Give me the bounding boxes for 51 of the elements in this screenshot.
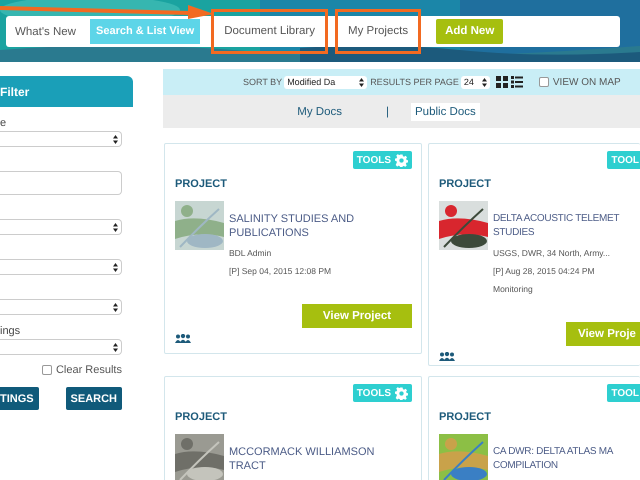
per-page-label: RESULTS PER PAGE [370, 77, 459, 87]
updown-icon [113, 262, 118, 272]
type-label: PROJECT [175, 178, 228, 190]
updown-icon [113, 134, 118, 144]
field-label: ings [0, 325, 20, 337]
people-icon [439, 352, 455, 361]
select-field[interactable] [0, 299, 122, 315]
list-icon[interactable] [510, 76, 523, 88]
select-field[interactable] [0, 339, 122, 355]
nav-link[interactable]: Document Library [214, 12, 325, 51]
gear-icon [395, 386, 408, 400]
updown-icon [482, 78, 487, 86]
select-field[interactable] [0, 131, 122, 147]
filter-button[interactable]: TINGS [0, 387, 39, 410]
project-title[interactable]: DELTA ACOUSTIC TELEMET STUDIES [493, 212, 620, 240]
updown-icon [113, 342, 118, 352]
meta-text: USGS, DWR, 34 North, Army... [493, 248, 611, 258]
meta-text: BDL Admin [229, 248, 272, 258]
input-field[interactable] [0, 171, 122, 195]
project-title[interactable]: SALINITY STUDIES AND PUBLICATIONS [229, 212, 354, 240]
project-title[interactable]: CA DWR: DELTA ATLAS MA COMPILATION [493, 445, 614, 473]
select-field[interactable] [0, 259, 122, 275]
updown-icon [113, 222, 118, 232]
updown-icon [113, 302, 118, 312]
meta-text: Monitoring [493, 284, 534, 294]
checkbox[interactable] [538, 77, 549, 87]
sort-select[interactable]: Modified Da [284, 76, 368, 88]
meta-text: [P] Aug 28, 2015 04:24 PM [493, 266, 596, 276]
project-title[interactable]: MCCORMACK WILLIAMSON TRACT [229, 445, 374, 473]
select-field[interactable] [0, 219, 122, 235]
doc-tab[interactable]: Public Docs [411, 102, 480, 120]
people-icon [175, 334, 191, 343]
checkbox-label: Clear Results [56, 364, 122, 376]
nav-link[interactable]: My Projects [338, 12, 418, 51]
type-label: PROJECT [175, 411, 228, 423]
type-label: PROJECT [439, 178, 492, 190]
grid-icon[interactable] [496, 76, 508, 88]
type-label: PROJECT [439, 411, 492, 423]
checkbox[interactable] [42, 365, 52, 375]
nav-link[interactable]: What's New [6, 22, 85, 40]
view-on-map-label: VIEW ON MAP [552, 76, 621, 88]
filter-button[interactable]: SEARCH [66, 387, 122, 410]
gear-icon [395, 154, 408, 166]
updown-icon [359, 78, 364, 86]
doc-tab[interactable]: My Docs [293, 102, 346, 120]
field-label: e [0, 117, 6, 129]
meta-text: [P] Sep 04, 2015 12:08 PM [229, 266, 332, 276]
filter-title: Filter [0, 84, 30, 98]
per-page-select[interactable]: 24 [460, 76, 490, 88]
separator: | [386, 106, 389, 118]
sort-label: SORT BY [243, 77, 282, 87]
